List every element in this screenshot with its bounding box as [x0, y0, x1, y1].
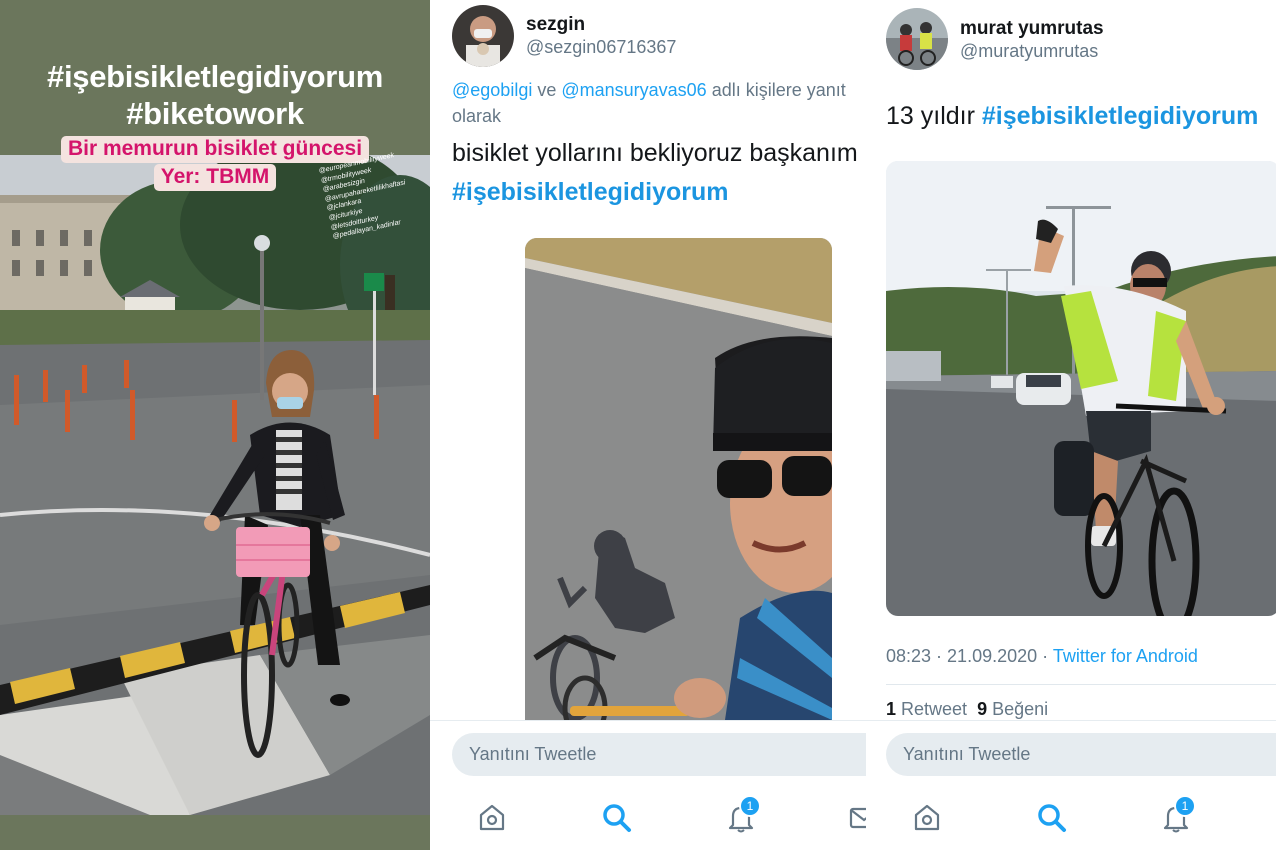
mail-icon[interactable]: [848, 801, 866, 835]
retweet-stat[interactable]: 1 Retweet: [886, 699, 967, 719]
tweet-stats: 1 Retweet 9 Beğeni: [886, 699, 1048, 720]
bell-icon[interactable]: 1: [1159, 795, 1196, 835]
like-count: 9: [977, 699, 988, 719]
mention-link[interactable]: @egobilgi: [452, 80, 532, 100]
meta-separator: ·: [1037, 646, 1053, 666]
reply-context: @egobilgi ve @mansuryavas06 adlı kişiler…: [452, 77, 866, 129]
search-icon[interactable]: [600, 801, 634, 835]
reply-bar: Yanıtını Tweetle 1: [866, 720, 1276, 850]
mention-link[interactable]: @mansuryavas06: [561, 80, 706, 100]
reply-joiner: ve: [532, 80, 562, 100]
tweet-date: 21.09.2020: [947, 646, 1038, 666]
tweet-time: 08:23: [886, 646, 932, 666]
like-label: Beğeni: [987, 699, 1049, 719]
tweet-body: 13 yıldır: [886, 102, 982, 130]
bell-icon[interactable]: 1: [724, 795, 761, 835]
hashtag-link[interactable]: #işebisikletlegidiyorum: [452, 173, 866, 212]
hashtag-link[interactable]: #işebisikletlegidiyorum: [982, 102, 1259, 130]
tweet-panel-murat: murat yumrutas @muratyumrutas 13 yıldır …: [866, 0, 1276, 850]
display-name[interactable]: murat yumrutas: [960, 18, 1104, 40]
tweet-text: 13 yıldır #işebisikletlegidiyorum: [886, 97, 1276, 136]
avatar[interactable]: [886, 8, 948, 70]
reply-bar: Yanıtını Tweetle 1: [430, 720, 866, 850]
like-stat[interactable]: 9 Beğeni: [977, 699, 1048, 719]
search-icon[interactable]: [1035, 801, 1069, 835]
tweet-text: bisiklet yollarını bekliyoruz başkanım #…: [452, 134, 866, 212]
divider: [886, 684, 1276, 685]
notification-badge: 1: [739, 795, 761, 817]
reply-input[interactable]: Yanıtını Tweetle: [886, 733, 1276, 776]
notification-badge: 1: [1174, 795, 1196, 817]
story-sticker-place-text: Yer: TBMM: [153, 164, 277, 191]
story-hashtag-main: #işebisikletlegidiyorum: [47, 59, 383, 94]
tweet-panel-sezgin: sezgin @sezgin06716367 @egobilgi ve @man…: [430, 0, 866, 850]
home-icon[interactable]: [475, 801, 509, 835]
user-handle[interactable]: @sezgin06716367: [526, 37, 676, 58]
retweet-label: Retweet: [896, 699, 968, 719]
meta-separator: ·: [931, 646, 948, 666]
user-handle[interactable]: @muratyumrutas: [960, 41, 1098, 62]
tweet-media-image[interactable]: [525, 238, 832, 720]
story-photo: [0, 155, 430, 815]
story-bottom-bar: [0, 815, 430, 850]
tweet-body: bisiklet yollarını bekliyoruz başkanım: [452, 139, 858, 167]
avatar[interactable]: [452, 5, 514, 67]
story-sticker-title-text: Bir memurun bisiklet güncesi: [60, 136, 370, 163]
retweet-count: 1: [886, 699, 897, 719]
tweet-source-link[interactable]: Twitter for Android: [1053, 646, 1198, 666]
tweet-meta: 08:23 · 21.09.2020 · Twitter for Android: [886, 646, 1198, 667]
display-name[interactable]: sezgin: [526, 14, 585, 36]
story-hashtag-secondary: #biketowork: [126, 96, 304, 131]
home-icon[interactable]: [910, 801, 944, 835]
reply-input[interactable]: Yanıtını Tweetle: [452, 733, 866, 776]
tweet-media-image[interactable]: [886, 161, 1276, 616]
story-panel: #işebisikletlegidiyorum #biketowork Bir …: [0, 0, 430, 850]
